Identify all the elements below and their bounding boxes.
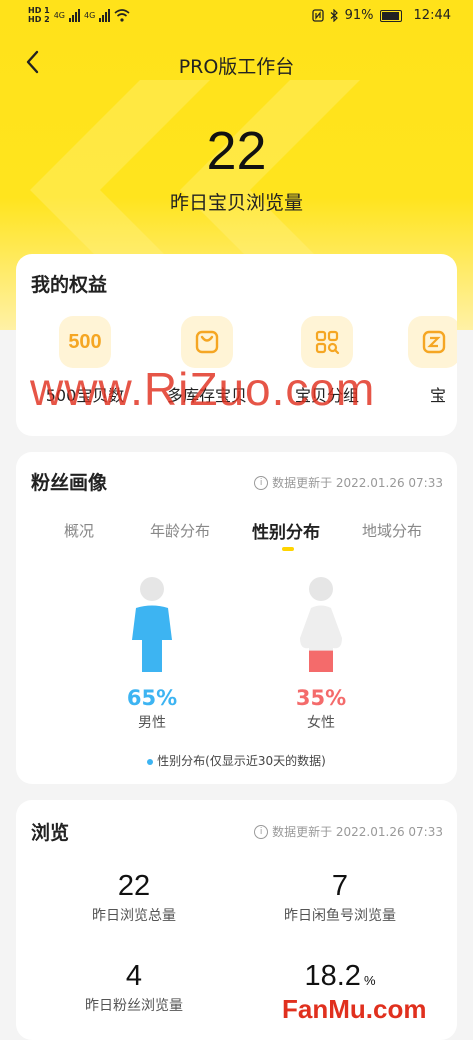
fans-update-time: i 数据更新于 2022.01.26 07:33 [254, 474, 443, 491]
nav-bar: PRO版工作台 [0, 44, 473, 84]
benefit-label: 多库存宝贝 [166, 386, 247, 405]
info-icon: i [254, 475, 269, 490]
signal-1-icon [68, 8, 80, 22]
battery-icon [379, 9, 402, 22]
benefit-multi-stock[interactable]: 多库存宝贝 [162, 316, 252, 406]
network-type-2: 4G [83, 10, 96, 20]
clock-time: 12:44 [413, 8, 451, 23]
male-figure-icon [132, 577, 172, 672]
nfc-icon [311, 9, 324, 22]
bag-icon [181, 316, 233, 368]
benefit-partial[interactable]: 宝 [400, 316, 457, 406]
stat-fan-views: 4 昨日粉丝浏览量 [85, 960, 183, 1014]
battery-percent: 91% [344, 8, 374, 23]
benefit-item-groups[interactable]: 宝贝分组 [282, 316, 372, 406]
male-percent: 65% [126, 686, 178, 710]
female-percent: 35% [295, 686, 347, 710]
page-title: PRO版工作台 [178, 56, 295, 78]
benefits-card: 我的权益 500 500宝贝数 多库存宝贝 宝贝分组 宝 [16, 254, 457, 436]
fans-title: 粉丝画像 [31, 472, 108, 494]
hero-views-label: 昨日宝贝浏览量 [169, 192, 303, 214]
benefit-label: 宝 [430, 386, 447, 405]
benefits-title: 我的权益 [31, 274, 108, 296]
benefit-label: 500宝贝数 [45, 386, 125, 405]
sim-indicators: HD 1 HD 2 [28, 6, 50, 24]
stat-account-views: 7 昨日闲鱼号浏览量 [284, 870, 396, 924]
legend-dot-icon [147, 758, 154, 765]
500-badge-icon: 500 [59, 316, 111, 368]
fans-card: 粉丝画像 i 数据更新于 2022.01.26 07:33 概况 年龄分布 性别… [16, 452, 457, 784]
signal-2-icon [99, 8, 111, 22]
bluetooth-icon [330, 9, 338, 22]
partial-icon [408, 316, 457, 368]
tab-overview[interactable]: 概况 [64, 520, 94, 541]
male-gender-block: 65% 男性 [102, 576, 202, 732]
tab-region[interactable]: 地域分布 [362, 520, 422, 541]
browse-card: 浏览 i 数据更新于 2022.01.26 07:33 22 昨日浏览总量 7 … [16, 800, 457, 1040]
browse-title: 浏览 [31, 822, 70, 844]
wifi-icon [114, 8, 130, 22]
gender-note: 性别分布(仅显示近30天的数据) [16, 752, 457, 769]
benefit-500-items[interactable]: 500 500宝贝数 [40, 316, 130, 406]
browse-update-time: i 数据更新于 2022.01.26 07:33 [254, 823, 443, 840]
tab-gender[interactable]: 性别分布 [252, 518, 320, 543]
stat-total-views: 22 昨日浏览总量 [92, 870, 176, 924]
benefit-label: 宝贝分组 [294, 386, 359, 405]
grid-search-icon [301, 316, 353, 368]
female-gender-block: 35% 女性 [271, 576, 371, 732]
female-figure-icon [300, 577, 342, 672]
tab-age[interactable]: 年龄分布 [150, 520, 210, 541]
hero-views-value: 22 [206, 121, 267, 181]
stat-fan-ratio: 18.2% 粉丝浏览占比 [298, 960, 382, 1014]
info-icon: i [254, 824, 269, 839]
network-type-1: 4G [53, 10, 65, 20]
fans-tabs: 概况 年龄分布 性别分布 地域分布 [16, 520, 457, 550]
status-bar: HD 1 HD 2 4G 4G 91% 12:44 [0, 0, 473, 34]
female-label: 女性 [307, 715, 335, 731]
male-label: 男性 [138, 715, 166, 731]
active-tab-indicator [282, 547, 294, 551]
